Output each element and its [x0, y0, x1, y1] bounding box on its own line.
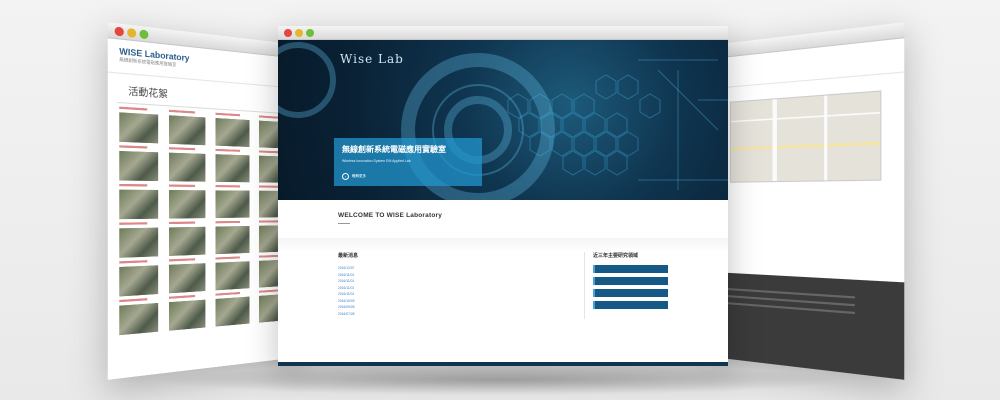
site-logo[interactable]: Wise Lab	[340, 52, 404, 66]
news-heading: 最新消息	[338, 253, 359, 259]
gallery-thumbnail[interactable]	[119, 302, 159, 336]
topic-button[interactable]	[593, 289, 668, 297]
hero-title: 無線創新系統電磁應用實驗室	[342, 145, 446, 154]
gallery-thumbnail[interactable]	[119, 112, 159, 144]
hero-caption-box: 無線創新系統電磁應用實驗室 Wireless Innovation System…	[334, 138, 482, 186]
close-dot[interactable]	[114, 26, 124, 37]
gallery-thumbnail[interactable]	[168, 299, 206, 331]
hero-banner: Wise Lab 無線創新系統電磁應用實驗室 Wireless Innovati…	[278, 40, 728, 200]
gallery-thumbnail[interactable]	[119, 150, 159, 182]
close-dot[interactable]	[284, 29, 292, 37]
gallery-thumbnail[interactable]	[119, 227, 159, 258]
photo-gallery	[108, 102, 300, 345]
site-header: Wise Lab	[278, 40, 728, 76]
learn-more-button[interactable]: › 瞭解更多	[342, 173, 366, 180]
footer-strip	[278, 362, 728, 366]
gallery-thumbnail[interactable]	[215, 154, 250, 183]
topic-button[interactable]	[593, 265, 668, 273]
news-section: 最新消息 2016/12/07 2016/11/01 2016/11/01 20…	[338, 252, 568, 319]
gallery-thumbnail[interactable]	[168, 263, 206, 294]
gallery-thumbnail[interactable]	[119, 189, 159, 220]
research-topics-section: 近三年主要研究領域	[584, 252, 668, 319]
hero-subtitle: Wireless Innovation System EM Applied La…	[342, 159, 411, 163]
content-columns: 最新消息 2016/12/07 2016/11/01 2016/11/01 20…	[278, 252, 728, 319]
logo-text: Wise Lab	[340, 52, 404, 66]
maximize-dot[interactable]	[306, 29, 314, 37]
topic-button[interactable]	[593, 277, 668, 285]
gallery-thumbnail[interactable]	[168, 190, 206, 219]
topic-button[interactable]	[593, 301, 668, 309]
left-browser-window: WISE Laboratory 無線創新系統電磁應用實驗室 活動花絮	[107, 22, 300, 380]
section-divider	[278, 238, 728, 252]
gallery-thumbnail[interactable]	[215, 261, 250, 291]
site-footer	[712, 272, 905, 380]
minimize-dot[interactable]	[127, 27, 137, 38]
gallery-thumbnail[interactable]	[168, 115, 206, 146]
gallery-thumbnail[interactable]	[119, 265, 159, 297]
gallery-thumbnail[interactable]	[168, 226, 206, 256]
location-map[interactable]	[729, 90, 882, 183]
maximize-dot[interactable]	[139, 29, 149, 40]
welcome-section: WELCOME TO WISE Laboratory	[278, 200, 728, 238]
heading-underline	[338, 223, 350, 224]
minimize-dot[interactable]	[295, 29, 303, 37]
gallery-thumbnail[interactable]	[215, 225, 250, 255]
gallery-thumbnail[interactable]	[168, 152, 206, 182]
topics-heading: 近三年主要研究領域	[593, 253, 639, 259]
gallery-thumbnail[interactable]	[215, 117, 250, 148]
window-titlebar	[278, 26, 728, 40]
site-logo[interactable]: WISE Laboratory 無線創新系統電磁應用實驗室	[119, 46, 189, 70]
learn-more-label: 瞭解更多	[352, 174, 366, 178]
main-browser-window: Wise Lab 無線創新系統電磁應用實驗室 Wireless Innovati…	[278, 26, 728, 366]
welcome-heading: WELCOME TO WISE Laboratory	[338, 212, 443, 219]
gallery-thumbnail[interactable]	[215, 296, 250, 327]
news-item[interactable]: 2016/07/28	[338, 311, 568, 318]
arrow-right-icon: ›	[342, 173, 349, 180]
right-browser-window	[712, 22, 905, 380]
contact-section	[712, 73, 904, 211]
floor-shadow	[150, 365, 850, 395]
news-date: 2016/07/28	[338, 311, 355, 316]
gallery-thumbnail[interactable]	[215, 190, 250, 219]
